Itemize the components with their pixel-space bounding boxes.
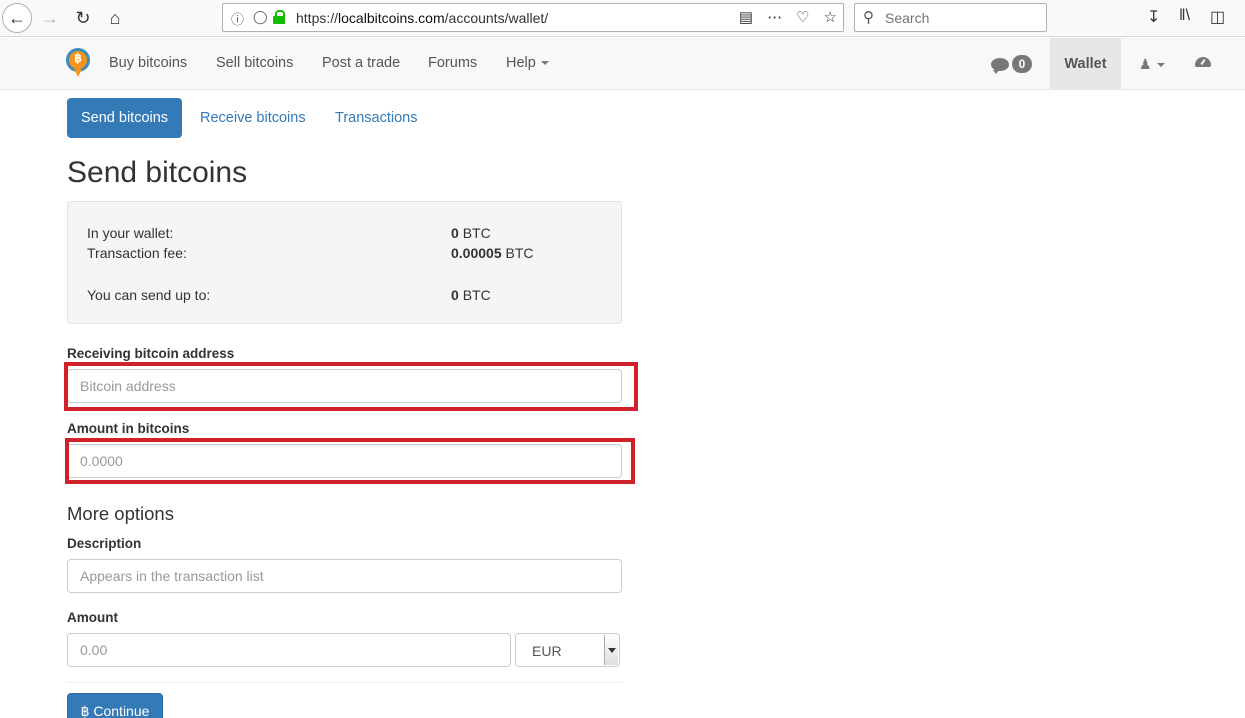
chat-bubble-icon bbox=[991, 57, 1009, 74]
nav-sell-bitcoins[interactable]: Sell bitcoins bbox=[216, 55, 293, 71]
messages-button[interactable]: 0 bbox=[991, 55, 1032, 74]
lock-icon[interactable] bbox=[273, 10, 285, 24]
library-icon[interactable]: ‖\ bbox=[1179, 7, 1190, 25]
wallet-balance-value: 0 BTC bbox=[451, 225, 491, 241]
user-icon: ♟ bbox=[1139, 56, 1152, 72]
messages-count-badge: 0 bbox=[1012, 55, 1032, 73]
info-icon[interactable]: ⓘ bbox=[231, 9, 244, 28]
form-divider bbox=[67, 682, 622, 683]
nav-wallet[interactable]: Wallet bbox=[1050, 38, 1121, 89]
description-label: Description bbox=[67, 536, 142, 551]
max-send-unit: BTC bbox=[462, 287, 491, 303]
address-label: Receiving bitcoin address bbox=[67, 346, 235, 361]
tab-receive-bitcoins[interactable]: Receive bitcoins bbox=[186, 98, 320, 138]
transaction-fee-value: 0.00005 BTC bbox=[451, 245, 534, 261]
amount-label: Amount bbox=[67, 610, 118, 625]
address-highlight-box bbox=[64, 362, 638, 411]
wallet-balance-unit: BTC bbox=[462, 225, 491, 241]
transaction-fee-unit: BTC bbox=[505, 245, 534, 261]
dropdown-arrow-icon[interactable] bbox=[604, 635, 618, 665]
transaction-fee-label: Transaction fee: bbox=[87, 245, 187, 261]
max-send-label: You can send up to: bbox=[87, 287, 211, 303]
nav-help[interactable]: Help bbox=[506, 55, 549, 71]
max-send-value: 0 BTC bbox=[451, 287, 491, 303]
bookmark-star-icon[interactable]: ☆ bbox=[824, 8, 837, 26]
amount-highlight-box bbox=[65, 438, 635, 484]
tab-transactions[interactable]: Transactions bbox=[321, 98, 431, 138]
more-options-heading: More options bbox=[67, 503, 174, 524]
url-path: /accounts/wallet/ bbox=[444, 10, 549, 26]
tab-send-bitcoins[interactable]: Send bitcoins bbox=[67, 98, 183, 138]
pocket-icon[interactable]: ♡ bbox=[796, 8, 809, 26]
download-icon[interactable]: ↧ bbox=[1147, 7, 1160, 27]
shield-icon[interactable]: ◯ bbox=[253, 9, 268, 25]
nav-post-trade[interactable]: Post a trade bbox=[322, 55, 400, 71]
bitcoin-icon: ฿ bbox=[80, 703, 90, 718]
continue-button[interactable]: ฿ Continue bbox=[67, 693, 163, 718]
continue-label: Continue bbox=[93, 703, 150, 718]
nav-help-label: Help bbox=[506, 55, 536, 71]
url-bar[interactable]: ⓘ ◯ https://localbitcoins.com/accounts/w… bbox=[222, 3, 844, 32]
user-menu-button[interactable]: ♟ bbox=[1139, 56, 1165, 73]
page-actions-icon[interactable]: ⋯ bbox=[767, 8, 782, 26]
search-input[interactable] bbox=[885, 8, 1035, 28]
currency-selected-value: EUR bbox=[532, 643, 562, 659]
url-host: localbitcoins.com bbox=[338, 10, 445, 26]
browser-toolbar: ← → ↻ ⌂ ⓘ ◯ https://localbitcoins.com/ac… bbox=[0, 0, 1245, 37]
currency-select[interactable]: EUR bbox=[515, 633, 620, 667]
dashboard-icon[interactable] bbox=[1195, 55, 1211, 69]
max-send-amount: 0 bbox=[451, 287, 459, 303]
nav-forums[interactable]: Forums bbox=[428, 55, 477, 71]
url-text[interactable]: https://localbitcoins.com/accounts/walle… bbox=[296, 10, 548, 26]
amount-fiat-input[interactable] bbox=[67, 633, 511, 667]
wallet-summary: In your wallet: 0 BTC Transaction fee: 0… bbox=[67, 201, 622, 324]
localbitcoins-logo-icon[interactable]: ฿ bbox=[66, 48, 90, 78]
sidebar-icon[interactable]: ◫ bbox=[1210, 7, 1225, 27]
reload-icon[interactable]: ↻ bbox=[68, 4, 98, 32]
wallet-balance-label: In your wallet: bbox=[87, 225, 174, 241]
back-arrow-icon[interactable]: ← bbox=[2, 3, 32, 33]
nav-buy-bitcoins[interactable]: Buy bitcoins bbox=[109, 55, 187, 71]
description-input[interactable] bbox=[67, 559, 622, 593]
transaction-fee-amount: 0.00005 bbox=[451, 245, 502, 261]
home-icon[interactable]: ⌂ bbox=[100, 4, 130, 32]
chevron-down-icon bbox=[1156, 63, 1165, 68]
forward-arrow-icon[interactable]: → bbox=[35, 4, 65, 32]
reader-view-icon[interactable]: ▤ bbox=[739, 8, 753, 26]
chevron-down-icon bbox=[540, 61, 549, 66]
search-bar[interactable]: ⚲ bbox=[854, 3, 1047, 32]
wallet-balance-amount: 0 bbox=[451, 225, 459, 241]
site-navbar: ฿ Buy bitcoins Sell bitcoins Post a trad… bbox=[0, 38, 1245, 90]
search-icon: ⚲ bbox=[863, 9, 874, 26]
url-prefix: https:// bbox=[296, 10, 339, 26]
page-title: Send bitcoins bbox=[67, 156, 248, 189]
amount-btc-label: Amount in bitcoins bbox=[67, 421, 190, 436]
